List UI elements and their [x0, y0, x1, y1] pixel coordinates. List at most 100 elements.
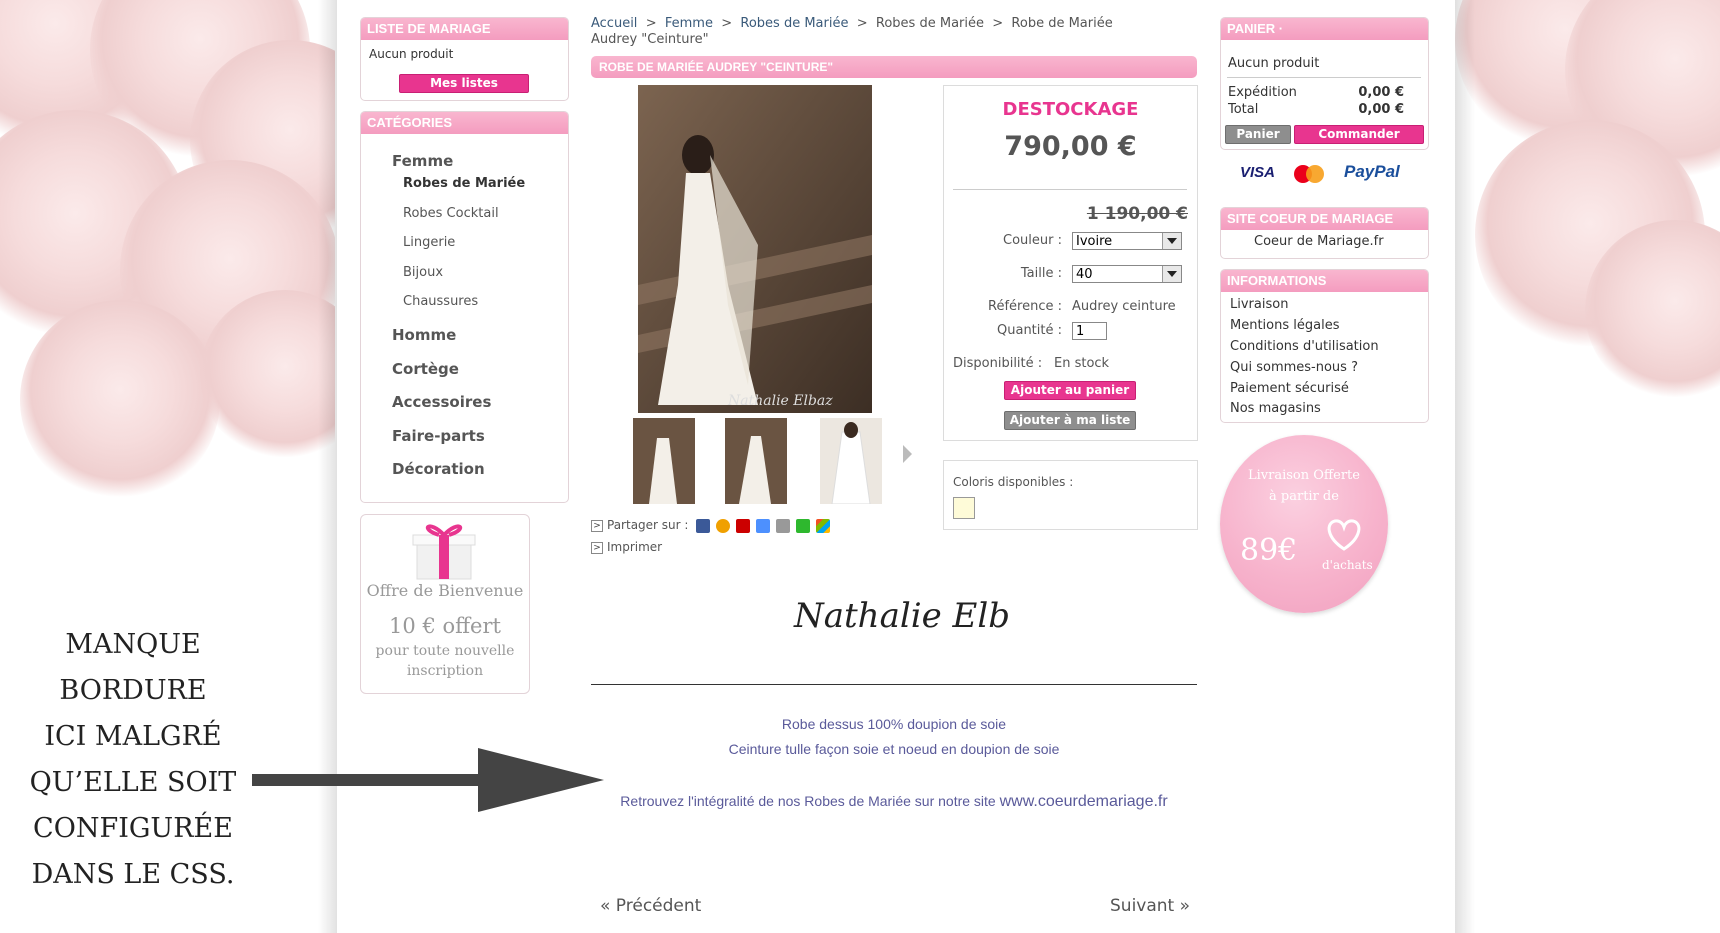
- welcome-offer-title: Offre de Bienvenue: [366, 581, 524, 600]
- quantity-input[interactable]: 1: [1072, 322, 1107, 340]
- technorati-icon[interactable]: [796, 518, 811, 533]
- size-select-value: 40: [1076, 267, 1093, 282]
- colors-available-box: Coloris disponibles :: [943, 460, 1198, 530]
- cart-divider: [1227, 77, 1421, 78]
- windows-live-icon[interactable]: [816, 518, 831, 533]
- yahoo-icon[interactable]: [736, 518, 751, 533]
- welcome-offer-line1: pour toute nouvelle: [375, 643, 515, 659]
- share-label: Partager sur :: [607, 518, 689, 532]
- breadcrumb-home[interactable]: Accueil: [591, 16, 637, 31]
- annotation-line: BORDURE: [59, 675, 207, 706]
- category-faire-parts[interactable]: Faire-parts: [392, 427, 485, 445]
- cart-button[interactable]: Panier: [1225, 125, 1291, 144]
- wedding-list-block: LISTE DE MARIAGE Aucun produit Mes liste…: [360, 17, 569, 101]
- cart-title[interactable]: PANIER ·: [1221, 18, 1428, 40]
- my-lists-button[interactable]: Mes listes: [399, 74, 529, 93]
- info-qui-sommes-nous[interactable]: Qui sommes-nous ?: [1230, 360, 1358, 375]
- breadcrumb-separator: >: [721, 16, 733, 31]
- cart-empty: Aucun produit: [1228, 56, 1320, 71]
- wedding-dress-photo-icon: Nathalie Elbaz: [638, 85, 872, 413]
- description-line-3-text: Retrouvez l'intégralité de nos Robes de …: [620, 793, 996, 809]
- welcome-offer-line2: inscription: [406, 663, 484, 679]
- previous-link[interactable]: « Précédent: [600, 896, 701, 916]
- breadcrumb-robes-de-mariee-2[interactable]: Robes de Mariée: [876, 16, 984, 31]
- info-nos-magasins[interactable]: Nos magasins: [1230, 401, 1321, 416]
- info-conditions[interactable]: Conditions d'utilisation: [1230, 339, 1379, 354]
- color-label: Couleur :: [1003, 233, 1062, 248]
- bullet-icon: >: [591, 541, 603, 554]
- info-mentions-legales[interactable]: Mentions légales: [1230, 318, 1339, 333]
- category-decoration[interactable]: Décoration: [392, 460, 485, 478]
- cart-block: PANIER · Aucun produit Expédition 0,00 €…: [1220, 17, 1429, 150]
- ivory-color-swatch[interactable]: [953, 497, 975, 519]
- category-femme[interactable]: Femme: [392, 152, 453, 170]
- size-select[interactable]: 40: [1072, 265, 1182, 283]
- breadcrumb-separator: >: [992, 16, 1004, 31]
- category-cortege[interactable]: Cortège: [392, 360, 459, 378]
- coeurdemariage-link[interactable]: www.coeurdemariage.fr: [1000, 793, 1168, 810]
- product-thumbnail-1[interactable]: [633, 418, 695, 504]
- free-shipping-badge[interactable]: Livraison Offerte à partir de 89€ d'acha…: [1220, 435, 1388, 613]
- background-right: [1455, 0, 1720, 933]
- category-accessoires[interactable]: Accessoires: [392, 393, 491, 411]
- colors-available-label: Coloris disponibles :: [953, 475, 1074, 489]
- old-price: 1 190,00 €: [1086, 204, 1188, 224]
- print-link[interactable]: > Imprimer: [591, 540, 662, 554]
- annotation-arrow-icon: [252, 748, 604, 812]
- paypal-icon: PayPal: [1344, 162, 1400, 181]
- breadcrumb-robes-de-mariee[interactable]: Robes de Mariée: [740, 16, 848, 31]
- delicious-icon[interactable]: [776, 518, 791, 533]
- product-thumbnail-3[interactable]: [820, 418, 882, 504]
- product-title: ROBE DE MARIÉE AUDREY "CEINTURE": [591, 56, 1197, 78]
- visa-icon: VISA: [1240, 164, 1276, 181]
- shipping-label: Expédition: [1228, 85, 1297, 100]
- page-shadow-right: [1455, 0, 1475, 933]
- size-label: Taille :: [1020, 266, 1062, 281]
- facebook-icon[interactable]: [696, 518, 711, 533]
- total-value: 0,00 €: [1358, 102, 1404, 117]
- welcome-offer-block[interactable]: Offre de Bienvenue 10 € offert pour tout…: [360, 514, 530, 694]
- category-homme[interactable]: Homme: [392, 326, 456, 344]
- product-thumbnail-2[interactable]: [725, 418, 787, 504]
- category-lingerie[interactable]: Lingerie: [403, 235, 455, 250]
- order-button[interactable]: Commander: [1294, 125, 1424, 144]
- product-main-image[interactable]: Nathalie Elbaz: [638, 85, 872, 413]
- annotation-line: QU’ELLE SOIT: [29, 767, 237, 798]
- dress-thumbnail-icon: [633, 418, 695, 504]
- breadcrumb-femme[interactable]: Femme: [665, 16, 713, 31]
- rss-icon[interactable]: [716, 518, 731, 533]
- coeur-de-mariage-link[interactable]: Coeur de Mariage.fr: [1254, 234, 1384, 249]
- category-robes-de-mariee[interactable]: Robes de Mariée: [403, 176, 525, 191]
- description-line-2: Ceinture tulle façon soie et noeud en do…: [728, 741, 1060, 757]
- category-bijoux[interactable]: Bijoux: [403, 265, 443, 280]
- annotation-text: MANQUE BORDURE ICI MALGRÉ QU’ELLE SOIT C…: [18, 622, 248, 898]
- bullet-icon: >: [591, 519, 603, 532]
- share-row: > Partager sur :: [591, 518, 836, 533]
- destockage-badge: DESTOCKAGE: [1002, 99, 1139, 120]
- color-select-value: Ivoire: [1076, 234, 1113, 249]
- chevron-down-icon: [1162, 233, 1181, 249]
- info-livraison[interactable]: Livraison: [1230, 297, 1288, 312]
- heart-icon: [1327, 519, 1361, 551]
- wedding-list-title: LISTE DE MARIAGE: [361, 18, 568, 40]
- free-shipping-amount: 89€: [1240, 533, 1298, 568]
- site-block: SITE COEUR DE MARIAGE Coeur de Mariage.f…: [1220, 207, 1429, 259]
- availability-label: Disponibilité :: [953, 356, 1043, 371]
- site-block-title: SITE COEUR DE MARIAGE: [1221, 208, 1428, 230]
- add-to-cart-button[interactable]: Ajouter au panier: [1004, 381, 1136, 400]
- price-divider: [953, 189, 1187, 190]
- google-icon[interactable]: [756, 518, 771, 533]
- categories-block: CATÉGORIES Femme Robes de Mariée Robes C…: [360, 111, 569, 503]
- color-select[interactable]: Ivoire: [1072, 232, 1182, 250]
- category-robes-cocktail[interactable]: Robes Cocktail: [403, 206, 499, 221]
- add-to-list-button[interactable]: Ajouter à ma liste: [1004, 411, 1136, 430]
- info-paiement-securise[interactable]: Paiement sécurisé: [1230, 381, 1349, 396]
- thumbnail-next-icon[interactable]: [903, 445, 912, 463]
- description-divider: [591, 684, 1197, 685]
- svg-text:Nathalie Elbaz: Nathalie Elbaz: [727, 393, 833, 409]
- category-chaussures[interactable]: Chaussures: [403, 294, 478, 309]
- shipping-value: 0,00 €: [1358, 85, 1404, 100]
- next-link[interactable]: Suivant »: [1110, 896, 1190, 916]
- description-line-3: Retrouvez l'intégralité de nos Robes de …: [591, 793, 1197, 811]
- breadcrumb-separator: >: [645, 16, 657, 31]
